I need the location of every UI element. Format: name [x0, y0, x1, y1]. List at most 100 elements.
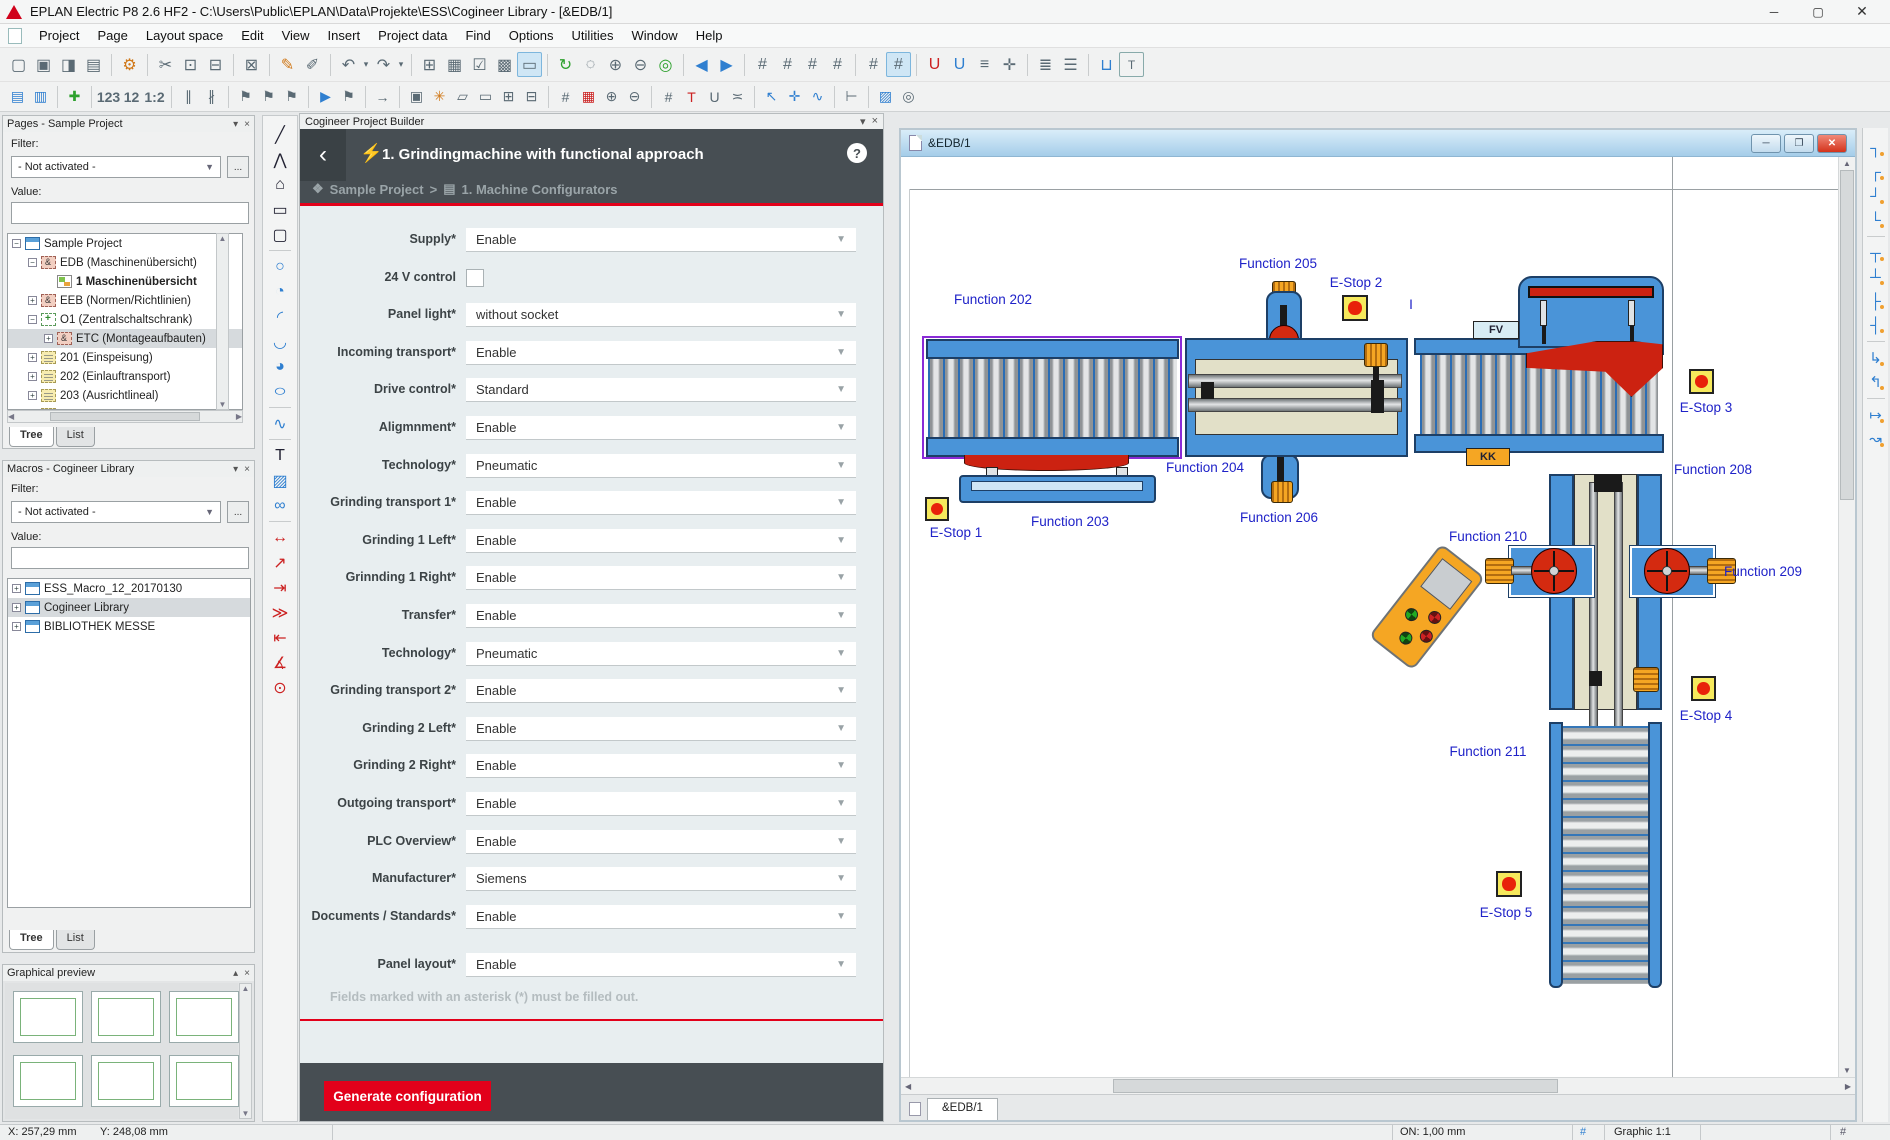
select-incoming-transport[interactable]: Enable▼: [466, 341, 856, 365]
dim-angle-icon[interactable]: ∡: [267, 650, 293, 675]
macros-filter-select[interactable]: - Not activated -▼: [11, 501, 221, 523]
pages-tab-tree[interactable]: Tree: [9, 427, 54, 447]
scroll-down-icon[interactable]: ▼: [1843, 1066, 1851, 1075]
conn-corner-4-icon[interactable]: └: [1865, 208, 1887, 232]
label-function-202[interactable]: Function 202: [933, 292, 1053, 307]
preview-thumbnail[interactable]: [91, 991, 161, 1043]
pages-panel-close-icon[interactable]: ×: [244, 119, 250, 130]
zoom-entire-icon[interactable]: ◎: [653, 52, 678, 77]
conn-angle-2-icon[interactable]: ↰: [1865, 370, 1887, 394]
draw-rectangle-2-icon[interactable]: ▢: [267, 222, 293, 247]
breadcrumb-root[interactable]: Sample Project: [330, 182, 424, 197]
select-grinding-2-right[interactable]: Enable▼: [466, 754, 856, 778]
preview-panel-menu-icon[interactable]: ▴: [233, 968, 238, 979]
tree-expander-icon[interactable]: +: [28, 391, 37, 400]
move-base-point-icon[interactable]: ✛: [997, 52, 1022, 77]
draw-ellipse-icon[interactable]: ○: [261, 379, 299, 404]
tag-fv[interactable]: FV: [1473, 321, 1519, 339]
insert-image-icon[interactable]: ▨: [267, 468, 293, 493]
label-function-211[interactable]: Function 211: [1433, 744, 1543, 759]
tree-expander-icon[interactable]: +: [28, 372, 37, 381]
conveyor-211-rail-left[interactable]: [1549, 722, 1563, 988]
conn-jump-2-icon[interactable]: ↝: [1865, 427, 1887, 451]
page-back-icon[interactable]: ◀: [689, 52, 714, 77]
draw-line-icon[interactable]: ╱: [267, 122, 293, 147]
tree-expander-icon[interactable]: +: [12, 622, 21, 631]
scroll-up-icon[interactable]: ▲: [1843, 159, 1851, 168]
macros-filter-browse-button[interactable]: ...: [227, 501, 249, 523]
conn-t-left-icon[interactable]: ┤: [1865, 313, 1887, 337]
open-project-icon[interactable]: ▣: [31, 52, 56, 77]
conveyor-202-rollers[interactable]: [928, 359, 1177, 437]
page-forward-icon[interactable]: ▶: [714, 52, 739, 77]
text-red-icon[interactable]: T: [680, 85, 703, 108]
estop-4-button[interactable]: [1691, 676, 1716, 701]
grid-5-icon[interactable]: #: [861, 52, 886, 77]
cut-icon[interactable]: ✂: [153, 52, 178, 77]
drawing-canvas[interactable]: FV KK: [901, 157, 1838, 1077]
grid-2-icon[interactable]: #: [775, 52, 800, 77]
pages-tree-item[interactable]: +201 (Einspeisung): [8, 348, 242, 367]
label-estop-2[interactable]: E-Stop 2: [1306, 275, 1406, 290]
drawing-tab-edb1[interactable]: &EDB/1: [927, 1098, 998, 1120]
select-technology[interactable]: Pneumatic▼: [466, 454, 856, 478]
connect-minus-icon[interactable]: ⊖: [623, 85, 646, 108]
copy-icon[interactable]: ⊡: [178, 52, 203, 77]
cogineer-panel-close-icon[interactable]: ×: [872, 115, 878, 128]
grid-small-icon[interactable]: #: [657, 85, 680, 108]
select-technology[interactable]: Pneumatic▼: [466, 642, 856, 666]
workspace-icon[interactable]: ▭: [517, 52, 542, 77]
cable-red-icon[interactable]: ▦: [577, 85, 600, 108]
pages-value-input[interactable]: [11, 202, 249, 224]
minimize-button[interactable]: ─: [1752, 1, 1796, 23]
grid-3-icon[interactable]: #: [800, 52, 825, 77]
label-function-208[interactable]: Function 208: [1658, 462, 1768, 477]
pages-filter-browse-button[interactable]: ...: [227, 156, 249, 178]
draw-spline-icon[interactable]: ∿: [267, 411, 293, 436]
preview-panel-close-icon[interactable]: ×: [244, 968, 250, 979]
tree-expander-icon[interactable]: +: [28, 353, 37, 362]
menu-layout-space[interactable]: Layout space: [137, 25, 232, 46]
back-button[interactable]: ‹: [300, 129, 346, 181]
logic-u1-icon[interactable]: U: [922, 52, 947, 77]
target-icon[interactable]: ✛: [783, 85, 806, 108]
scroll-right-icon[interactable]: ▶: [1845, 1082, 1851, 1091]
parts-cart-icon[interactable]: ⊔: [1094, 52, 1119, 77]
breadcrumb-page[interactable]: 1. Machine Configurators: [461, 182, 617, 197]
estop-2-button[interactable]: [1342, 295, 1368, 321]
conveyor-3-bottom-bar[interactable]: [1414, 434, 1664, 453]
tree-expander-icon[interactable]: +: [44, 334, 53, 343]
help-button[interactable]: ?: [847, 143, 867, 163]
align-icon[interactable]: ≣: [1033, 52, 1058, 77]
dim-continued-icon[interactable]: ⇥: [267, 575, 293, 600]
tag-kk[interactable]: KK: [1466, 448, 1510, 466]
balance-icon[interactable]: ≍: [726, 85, 749, 108]
dim-baseline-icon[interactable]: ⇤: [267, 625, 293, 650]
window-cascade-icon[interactable]: ▤: [6, 85, 29, 108]
select-aligmnment[interactable]: Enable▼: [466, 416, 856, 440]
pages-tree-vscrollbar[interactable]: ▲▼: [216, 233, 229, 410]
select-outgoing-transport[interactable]: Enable▼: [466, 792, 856, 816]
menu-project[interactable]: Project: [30, 25, 88, 46]
select-grinding-transport-1[interactable]: Enable▼: [466, 491, 856, 515]
folder-open-icon[interactable]: ▱: [451, 85, 474, 108]
close-button[interactable]: ✕: [1840, 1, 1884, 23]
zoom-in-icon[interactable]: ⊕: [603, 52, 628, 77]
menu-insert[interactable]: Insert: [319, 25, 370, 46]
pages-tree-item[interactable]: +203 (Ausrichtlineal): [8, 386, 242, 405]
select-panel-layout[interactable]: Enable▼: [466, 953, 856, 977]
conn-jump-1-icon[interactable]: ↦: [1865, 403, 1887, 427]
draw-arc-2-icon[interactable]: ◡: [267, 329, 293, 354]
label-estop-4[interactable]: E-Stop 4: [1656, 708, 1756, 723]
menu-help[interactable]: Help: [687, 25, 732, 46]
preview-vscrollbar[interactable]: ▲▼: [239, 983, 252, 1119]
draw-sector-icon[interactable]: ◕: [267, 354, 293, 379]
delete-icon[interactable]: ⊠: [239, 52, 264, 77]
plug-icon[interactable]: ⊢: [840, 85, 863, 108]
number-pages-icon[interactable]: 123: [97, 85, 120, 108]
macros-panel-menu-icon[interactable]: ▾: [233, 464, 238, 475]
pages-tab-list[interactable]: List: [56, 427, 95, 447]
select-grinding-1-left[interactable]: Enable▼: [466, 529, 856, 553]
u-list-icon[interactable]: U: [703, 85, 726, 108]
image-viewer-icon[interactable]: ▨: [874, 85, 897, 108]
